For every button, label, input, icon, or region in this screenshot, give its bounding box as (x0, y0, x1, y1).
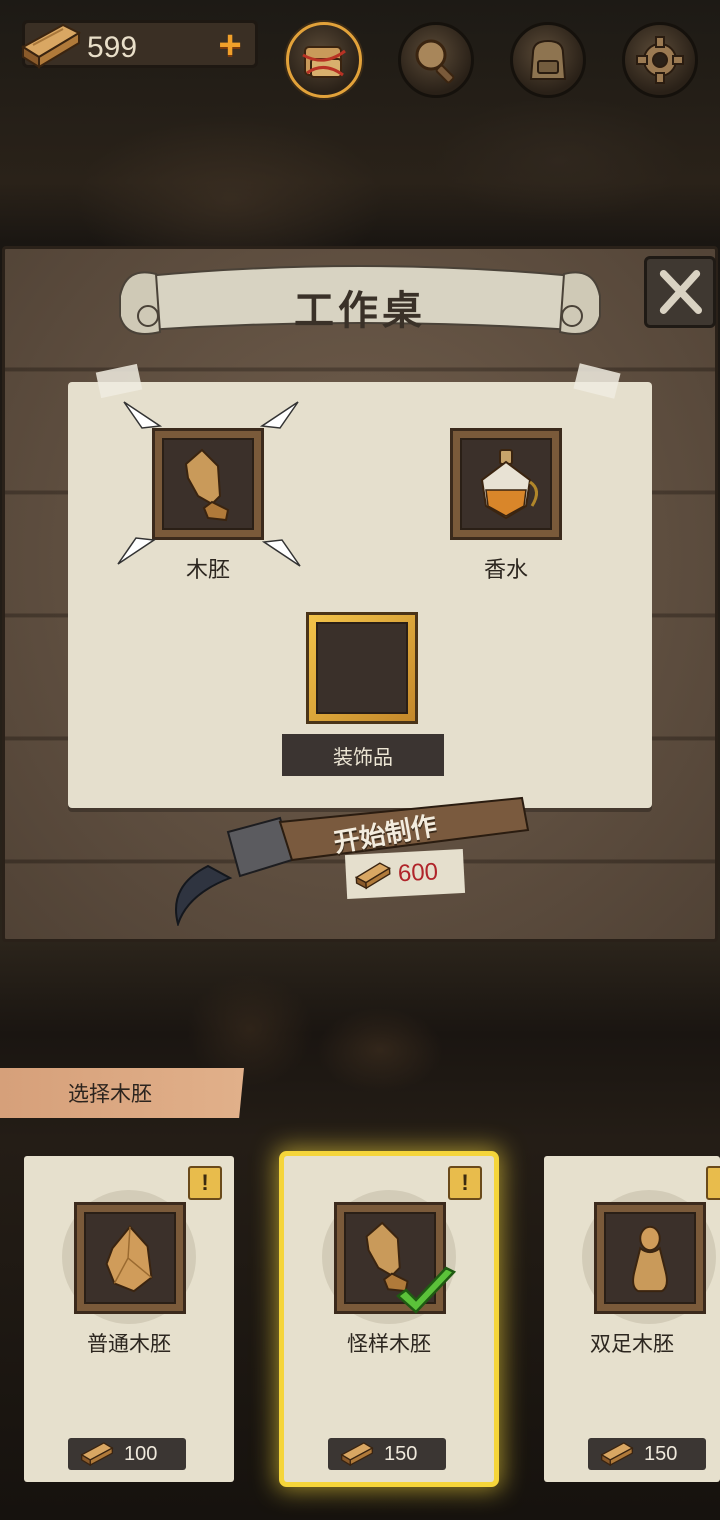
info-badge[interactable]: ! (448, 1166, 482, 1200)
blank-slot-content (162, 438, 254, 530)
magnifier-icon (415, 39, 455, 84)
decoration-slot-label: 装饰品 (282, 734, 444, 776)
card-price-value: 100 (124, 1443, 158, 1465)
wooden-blank-icon (184, 448, 230, 522)
card-name: 双足木胚 (590, 1332, 674, 1356)
wood-plank-icon (80, 1442, 114, 1467)
select-blank-label: 选择木胚 (68, 1082, 152, 1106)
crafting-cost-tag: 600 (344, 848, 466, 900)
rough-blank-icon (105, 1225, 153, 1293)
settings-button[interactable] (622, 22, 698, 98)
wood-plank-icon (340, 1442, 374, 1467)
twin-foot-blank-icon (632, 1225, 668, 1293)
card-slot (594, 1202, 706, 1314)
info-badge[interactable]: ! (188, 1166, 222, 1200)
wood-plank-icon (354, 862, 391, 890)
card-name: 怪样木胚 (347, 1332, 431, 1356)
selection-arrow-icon (123, 401, 162, 429)
perfume-slot[interactable] (450, 428, 562, 540)
wood-currency-bar: 599 + (21, 20, 258, 69)
add-currency-button[interactable]: + (211, 25, 249, 65)
gear-icon (636, 36, 684, 84)
backpack-tab-button[interactable] (510, 22, 586, 98)
perfume-bottle-icon (480, 449, 538, 520)
blank-slot-label: 木胚 (185, 558, 230, 583)
select-blank-tab[interactable]: 选择木胚 (0, 1068, 244, 1118)
decoration-slot[interactable] (306, 612, 418, 724)
selection-arrow-icon (260, 401, 299, 429)
empty-slot (316, 622, 408, 714)
perfume-slot-label: 香水 (483, 558, 528, 583)
close-button[interactable] (644, 256, 716, 328)
perfume-slot-content (460, 438, 552, 530)
card-slot (74, 1202, 186, 1314)
crafting-cost-value: 600 (397, 858, 439, 888)
card-price: 150 (328, 1438, 446, 1470)
card-price-value: 150 (644, 1443, 678, 1465)
crafting-bundle-icon (302, 46, 346, 78)
wood-plank-icon (600, 1442, 634, 1467)
card-price-value: 150 (384, 1443, 418, 1465)
checkmark-icon (396, 1266, 457, 1314)
card-price: 150 (588, 1438, 706, 1470)
blank-slot[interactable] (152, 428, 264, 540)
blank-card-selected[interactable]: ! 怪样木胚 150 (284, 1156, 494, 1482)
backpack-icon (529, 39, 567, 80)
selection-arrow-icon (262, 539, 301, 567)
info-badge[interactable]: ! (706, 1166, 720, 1200)
card-name: 普通木胚 (87, 1332, 171, 1356)
wood-plank-icon (21, 23, 82, 69)
close-icon (659, 270, 702, 314)
card-price: 100 (68, 1438, 186, 1470)
blank-card[interactable]: ! 普通木胚 100 (24, 1156, 234, 1482)
workbench-title: 工作桌 (294, 287, 426, 334)
crafting-tab-button[interactable] (286, 22, 362, 98)
blank-card[interactable]: ! 双足木胚 150 (544, 1156, 720, 1482)
inspect-tab-button[interactable] (398, 22, 474, 98)
currency-amount: 599 (87, 31, 138, 64)
